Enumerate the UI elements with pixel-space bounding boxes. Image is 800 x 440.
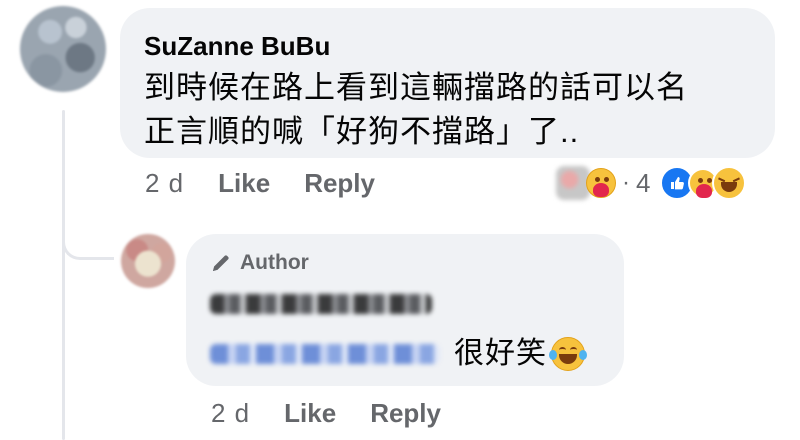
thread-line: [62, 110, 65, 440]
author-badge: Author: [210, 248, 600, 278]
author-badge-label: Author: [240, 251, 309, 274]
mention-tag-blurred[interactable]: [210, 344, 440, 364]
reply-content: 很好笑: [210, 334, 600, 374]
comment-text-line: 到時候在路上看到這輛擋路的話可以名: [144, 70, 688, 105]
reply-text: 很好笑: [454, 337, 547, 370]
comment-actions: 2 d Like Reply: [145, 168, 409, 199]
reaction-summary[interactable]: · 4: [556, 166, 747, 200]
reaction-separator: ·: [622, 169, 630, 196]
comment-text: 到時候在路上看到這輛擋路的話可以名 正言順的喊「好狗不擋路」了..: [144, 66, 751, 154]
reactor-avatar-blurred: [556, 166, 590, 200]
reply-actions: 2 d Like Reply: [211, 398, 475, 429]
comment-bubble: SuZanne BuBu 到時候在路上看到這輛擋路的話可以名 正言順的喊「好狗不…: [120, 8, 775, 158]
avatar[interactable]: [121, 234, 175, 288]
comment-timestamp[interactable]: 2 d: [145, 168, 184, 199]
thread-connector: [62, 210, 114, 260]
haha-icon: [712, 166, 747, 200]
like-button[interactable]: Like: [218, 168, 270, 199]
reply-button[interactable]: Reply: [304, 168, 375, 199]
commenter-name-blurred[interactable]: [210, 294, 432, 314]
reaction-count[interactable]: 4: [636, 168, 650, 199]
reply-timestamp[interactable]: 2 d: [211, 398, 250, 429]
commenter-name[interactable]: SuZanne BuBu: [144, 30, 751, 62]
laugh-tears-emoji-icon: [549, 337, 587, 371]
care-icon: [586, 168, 616, 198]
like-button[interactable]: Like: [284, 398, 336, 429]
avatar[interactable]: [20, 6, 106, 92]
pen-icon: [210, 252, 232, 274]
reply-button[interactable]: Reply: [370, 398, 441, 429]
reply-bubble: Author 很好笑: [186, 234, 624, 386]
comment-text-line: 正言順的喊「好狗不擋路」了..: [144, 114, 580, 149]
